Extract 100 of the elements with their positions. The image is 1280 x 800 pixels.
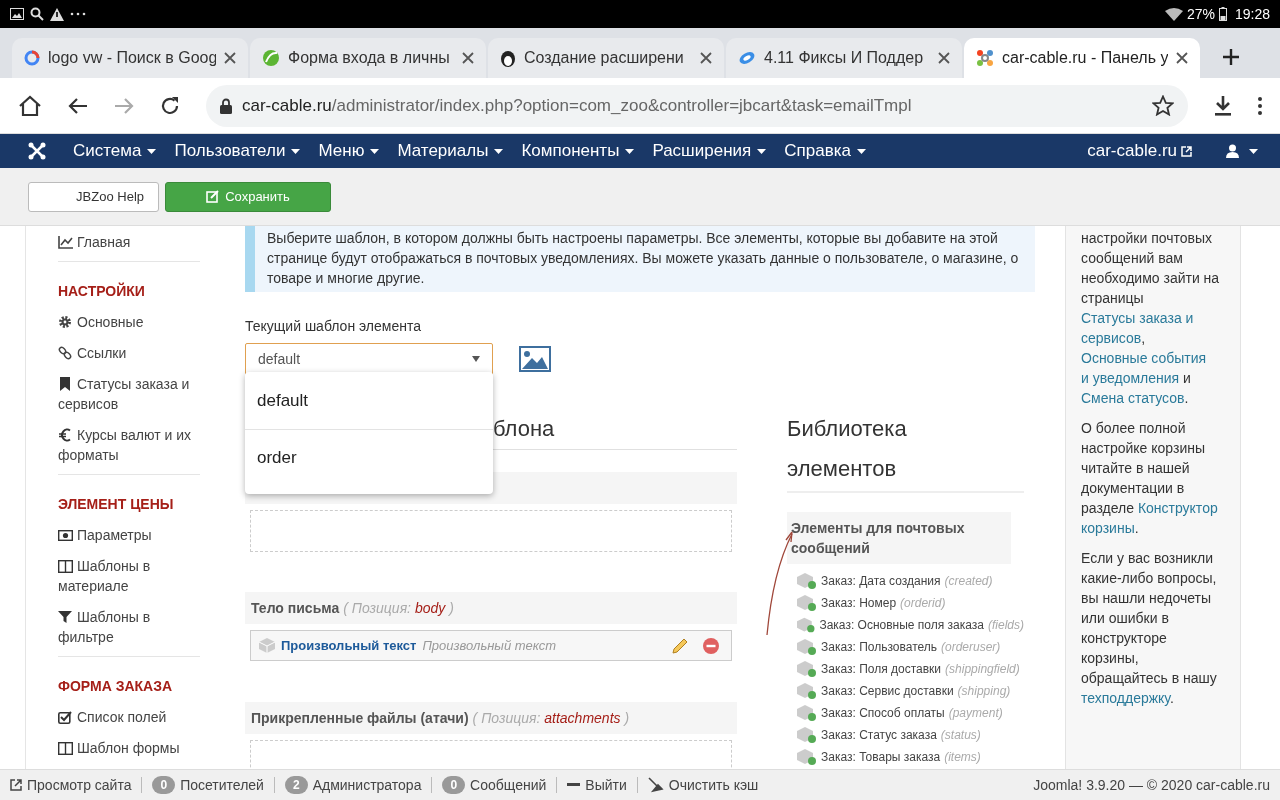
sidebar-item[interactable]: Главная xyxy=(58,226,200,257)
image-icon[interactable] xyxy=(519,346,551,372)
footer-link[interactable]: Выйти xyxy=(567,774,627,796)
url-text: car-cable.ru/administrator/index.php?option=com_zoo&controller=jbcart&task=emailTmpl xyxy=(242,94,912,117)
browser-tab[interactable]: Форма входа в личны xyxy=(250,38,486,78)
cube-icon xyxy=(259,638,275,653)
close-icon[interactable] xyxy=(938,52,950,64)
library-item[interactable]: Заказ: Товары заказа (items) xyxy=(787,746,1024,768)
caret-icon xyxy=(856,148,866,154)
library-heading: Библиотека элементов xyxy=(787,409,1024,493)
close-icon[interactable] xyxy=(700,52,712,64)
external-link-icon xyxy=(10,779,22,791)
menu-item[interactable]: Меню xyxy=(309,134,389,168)
status-link[interactable]: 0 Посетителей xyxy=(152,774,264,796)
library-item[interactable]: Заказ: Пользователь (orderuser) xyxy=(787,636,1024,658)
caret-icon xyxy=(147,148,157,154)
menu-item[interactable]: Компоненты xyxy=(512,134,644,168)
section-heading: ЭЛЕМЕНТ ЦЕНЫ xyxy=(58,495,175,514)
help-button[interactable]: JBZoo Help xyxy=(28,181,159,212)
remove-icon[interactable] xyxy=(703,637,719,654)
joomla-logo-icon[interactable] xyxy=(28,142,46,160)
library-item[interactable]: Заказ: Способ оплаты (payment) xyxy=(787,702,1024,724)
sidebar-item[interactable]: Список полей xyxy=(58,701,200,732)
caret-icon xyxy=(757,148,767,154)
menu-item[interactable]: Расширения xyxy=(643,134,776,168)
menu-icon[interactable] xyxy=(1258,96,1262,115)
library-item[interactable]: Заказ: Номер (orderid) xyxy=(787,592,1024,614)
browser-tab[interactable]: car-cable.ru - Панель у xyxy=(964,38,1200,78)
lock-icon xyxy=(220,97,232,114)
pencil-icon[interactable] xyxy=(671,636,689,655)
count-badge: 0 xyxy=(152,776,176,794)
search-icon xyxy=(30,7,44,21)
checkbox-icon xyxy=(58,709,73,724)
menu-item[interactable]: Пользователи xyxy=(165,134,310,168)
help-link[interactable]: корзины xyxy=(1081,520,1135,536)
site-link[interactable]: car-cable.ru xyxy=(1087,138,1192,164)
library-item[interactable]: Заказ: Дата создания (created) xyxy=(787,570,1024,592)
library-item[interactable]: Заказ: Статус заказа (status) xyxy=(787,724,1024,746)
back-icon[interactable] xyxy=(68,96,88,115)
field-label: Текущий шаблон элемента xyxy=(245,317,422,336)
image-icon xyxy=(10,8,24,20)
cube-add-icon xyxy=(797,616,816,634)
library-item[interactable]: Заказ: Поля доставки (shippingfield) xyxy=(787,658,1024,680)
help-link[interactable]: и уведомления xyxy=(1081,370,1180,386)
close-icon[interactable] xyxy=(224,52,236,64)
footer-link[interactable]: Очистить кэш xyxy=(647,774,759,796)
version-text: Joomla! 3.9.20 — © 2020 car-cable.ru xyxy=(1033,775,1270,795)
browser-tab[interactable]: logo vw - Поиск в Goog xyxy=(12,38,248,78)
menu-item[interactable]: Система xyxy=(64,134,166,168)
dropdown-option[interactable]: order xyxy=(245,429,493,486)
columns-icon xyxy=(58,740,73,755)
download-icon[interactable] xyxy=(1214,95,1232,116)
battery-icon xyxy=(1218,7,1227,21)
browser-tab[interactable]: Создание расширени xyxy=(488,38,724,78)
address-field[interactable]: car-cable.ru/administrator/index.php?option=com_zoo&controller=jbcart&task=emailTmpl xyxy=(206,84,1188,127)
library-item[interactable]: Заказ: Сервис доставки (shipping) xyxy=(787,680,1024,702)
position-header: Прикрепленные файлы (атачи) ( Позиция: attachments ) xyxy=(245,702,737,734)
menu-item[interactable]: Материалы xyxy=(388,134,513,168)
sidebar-item[interactable]: Основные xyxy=(58,306,200,337)
close-icon[interactable] xyxy=(1176,52,1188,64)
help-link[interactable]: техподдержку xyxy=(1081,690,1170,706)
caret-icon xyxy=(494,148,504,154)
star-icon[interactable] xyxy=(1152,95,1174,116)
caret-icon xyxy=(625,148,635,154)
cube-add-icon xyxy=(797,748,817,766)
status-link[interactable]: 2 Администратора xyxy=(284,774,422,796)
more-icon xyxy=(70,12,86,16)
caret-icon xyxy=(1249,148,1258,154)
sidebar-item[interactable]: Шаблоны в материале xyxy=(58,550,200,601)
sidebar-item[interactable]: Статусы заказа и сервисов xyxy=(58,368,200,419)
joomla-icon xyxy=(976,49,994,67)
help-link[interactable]: Основные события xyxy=(1081,350,1207,366)
menu-item[interactable]: Справка xyxy=(775,134,875,168)
element-row[interactable]: Произвольный текст Произвольный текст xyxy=(250,630,732,661)
close-icon[interactable] xyxy=(462,52,474,64)
user-menu-button[interactable] xyxy=(1226,144,1258,158)
battery-percent: 27% xyxy=(1186,4,1215,24)
help-paragraph: настройки почтовых сообщений вам необходимо зайти на страницы Статусы заказа и сервисов, Основные события и уведомления и Смена статусов. xyxy=(1081,229,1221,408)
status-link[interactable]: 0 Сообщений xyxy=(442,774,547,796)
browser-tab[interactable]: 4.11 Фиксы И Поддер xyxy=(726,38,962,78)
wifi-icon xyxy=(1164,7,1183,21)
template-select[interactable]: default xyxy=(245,343,493,375)
new-tab-icon[interactable] xyxy=(1222,48,1240,66)
sidebar-item[interactable]: Курсы валют и их форматы xyxy=(58,419,200,470)
sidebar-item[interactable]: Шаблоны в фильтре xyxy=(58,601,200,652)
footer-link[interactable]: Просмотр сайта xyxy=(10,774,132,796)
filter-icon xyxy=(58,609,73,624)
help-link[interactable]: Статусы заказа и xyxy=(1081,310,1194,326)
cube-add-icon xyxy=(797,682,817,700)
reload-icon[interactable] xyxy=(160,95,180,116)
sidebar-item[interactable]: Ссылки xyxy=(58,337,200,368)
home-icon[interactable] xyxy=(18,94,42,117)
sidebar-item[interactable]: Параметры xyxy=(58,519,200,550)
cube-add-icon xyxy=(797,704,817,722)
leaf-icon xyxy=(262,49,280,67)
help-link[interactable]: Конструктор xyxy=(1137,500,1218,516)
chart-icon xyxy=(58,234,73,249)
sidebar-item[interactable]: Шаблон формы xyxy=(58,732,200,763)
cube-add-icon xyxy=(797,660,817,678)
library-item[interactable]: Заказ: Основные поля заказа (fields) xyxy=(787,614,1024,636)
